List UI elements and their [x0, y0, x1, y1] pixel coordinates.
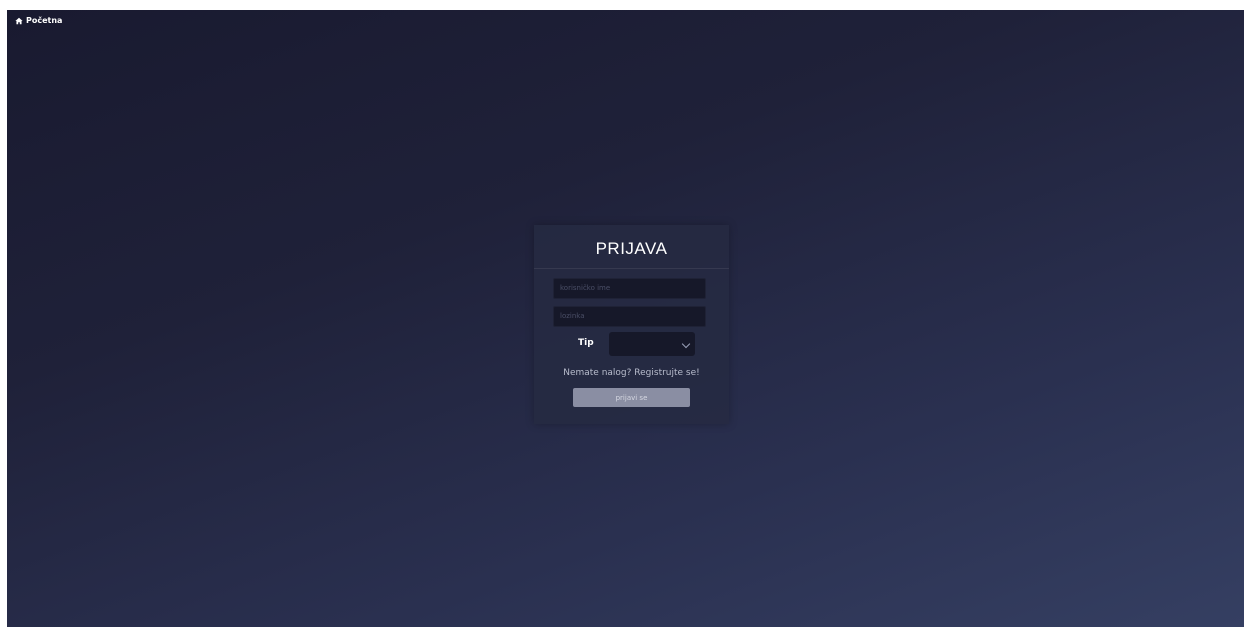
chevron-down-icon	[681, 339, 691, 349]
register-link[interactable]: Nemate nalog? Registrujte se!	[534, 368, 729, 378]
home-link[interactable]: Početna	[15, 16, 62, 25]
type-row: Tip	[534, 332, 729, 356]
home-icon	[15, 17, 23, 24]
page-background: Početna PRIJAVA Tip Nemate nalog? Regist…	[7, 10, 1244, 627]
login-card: PRIJAVA Tip Nemate nalog? Registrujte se…	[534, 225, 729, 424]
login-button[interactable]: prijavi se	[573, 388, 690, 407]
type-label: Tip	[578, 338, 594, 348]
username-input[interactable]	[553, 278, 706, 299]
password-input[interactable]	[553, 306, 706, 327]
login-title: PRIJAVA	[534, 225, 729, 269]
type-select[interactable]	[609, 332, 695, 356]
home-link-label: Početna	[26, 16, 63, 25]
